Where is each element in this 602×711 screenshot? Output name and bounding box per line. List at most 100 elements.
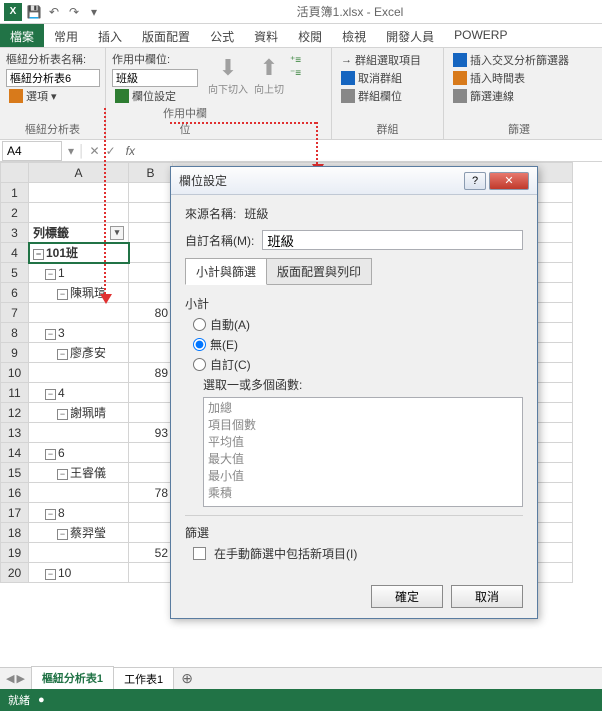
function-option[interactable]: 乘積 xyxy=(208,485,518,502)
cell[interactable] xyxy=(29,303,129,323)
cell[interactable]: −陳珮瑄 xyxy=(29,283,129,303)
field-settings-button[interactable]: 欄位設定 xyxy=(112,87,208,105)
cell[interactable]: −101班 xyxy=(29,243,129,263)
expand-toggle[interactable]: − xyxy=(45,389,56,400)
ungroup-button[interactable]: 取消群組 xyxy=(338,69,437,87)
tab-view[interactable]: 檢視 xyxy=(332,24,376,47)
cell[interactable]: −廖彥安 xyxy=(29,343,129,363)
cell[interactable] xyxy=(129,403,173,423)
cell[interactable]: −蔡羿瑩 xyxy=(29,523,129,543)
pivot-options-button[interactable]: 選項 ▾ xyxy=(6,87,99,105)
drill-up-button[interactable]: ⬆向上切 xyxy=(254,55,284,96)
group-selection-button[interactable]: →群組選取項目 xyxy=(338,51,437,69)
tab-insert[interactable]: 插入 xyxy=(88,24,132,47)
tab-file[interactable]: 檔案 xyxy=(0,24,44,47)
tab-dev[interactable]: 開發人員 xyxy=(376,24,444,47)
expand-icon[interactable]: ⁺≡ xyxy=(290,55,301,66)
expand-toggle[interactable]: − xyxy=(57,469,68,480)
tab-review[interactable]: 校閱 xyxy=(288,24,332,47)
radio-none[interactable] xyxy=(193,338,206,351)
cell[interactable]: −8 xyxy=(29,503,129,523)
cell[interactable] xyxy=(129,503,173,523)
tab-power[interactable]: POWERP xyxy=(444,24,517,47)
save-icon[interactable]: 💾 xyxy=(26,4,42,20)
tab-home[interactable]: 常用 xyxy=(44,24,88,47)
cancel-formula-icon[interactable]: ✕ xyxy=(90,144,100,158)
cell[interactable] xyxy=(129,323,173,343)
cell[interactable] xyxy=(29,363,129,383)
expand-toggle[interactable]: − xyxy=(57,409,68,420)
pivot-name-input[interactable] xyxy=(6,69,100,87)
insert-slicer-button[interactable]: 插入交叉分析篩選器 xyxy=(450,51,588,69)
cell[interactable] xyxy=(129,223,173,243)
cell[interactable] xyxy=(129,183,173,203)
dialog-help-button[interactable]: ? xyxy=(464,172,486,190)
group-field-button[interactable]: 群組欄位 xyxy=(338,87,437,105)
cell[interactable] xyxy=(129,463,173,483)
cell[interactable] xyxy=(129,343,173,363)
active-field-input[interactable] xyxy=(112,69,198,87)
enter-formula-icon[interactable]: ✓ xyxy=(106,144,116,158)
radio-custom[interactable] xyxy=(193,358,206,371)
cell[interactable]: −王睿儀 xyxy=(29,463,129,483)
include-new-checkbox[interactable] xyxy=(193,547,206,560)
cell[interactable] xyxy=(129,563,173,583)
custom-name-input[interactable] xyxy=(262,230,523,250)
ok-button[interactable]: 確定 xyxy=(371,585,443,608)
cell[interactable]: −3 xyxy=(29,323,129,343)
drill-down-button[interactable]: ⬇向下切入 xyxy=(208,55,248,96)
function-option[interactable]: 平均值 xyxy=(208,434,518,451)
dialog-titlebar[interactable]: 欄位設定 ? ✕ xyxy=(171,167,537,195)
cell[interactable] xyxy=(129,443,173,463)
collapse-icon[interactable]: ⁻≡ xyxy=(290,68,301,79)
filter-dropdown[interactable]: ▾ xyxy=(110,226,124,240)
dialog-close-button[interactable]: ✕ xyxy=(489,172,529,190)
cell[interactable]: 52 xyxy=(129,543,173,563)
expand-toggle[interactable]: − xyxy=(45,449,56,460)
cell[interactable]: −4 xyxy=(29,383,129,403)
sheet-tab-pivot[interactable]: 樞紐分析表1 xyxy=(31,666,114,691)
tab-formula[interactable]: 公式 xyxy=(200,24,244,47)
cell[interactable] xyxy=(29,483,129,503)
tab-layout-print[interactable]: 版面配置與列印 xyxy=(266,258,372,285)
add-sheet-button[interactable]: ⊕ xyxy=(173,670,201,687)
expand-toggle[interactable]: − xyxy=(33,249,44,260)
tab-data[interactable]: 資料 xyxy=(244,24,288,47)
cell[interactable]: −1 xyxy=(29,263,129,283)
expand-toggle[interactable]: − xyxy=(57,529,68,540)
redo-icon[interactable]: ↷ xyxy=(66,4,82,20)
cell[interactable] xyxy=(29,203,129,223)
sheet-nav-next-icon[interactable]: ▶ xyxy=(16,672,24,685)
cell[interactable] xyxy=(29,543,129,563)
filter-connections-button[interactable]: 篩選連線 xyxy=(450,87,588,105)
cell[interactable]: 93 xyxy=(129,423,173,443)
expand-toggle[interactable]: − xyxy=(57,349,68,360)
cell[interactable]: 列標籤▾ xyxy=(29,223,129,243)
cell[interactable]: −謝珮晴 xyxy=(29,403,129,423)
tab-layout[interactable]: 版面配置 xyxy=(132,24,200,47)
cancel-button[interactable]: 取消 xyxy=(451,585,523,608)
function-option[interactable]: 最小值 xyxy=(208,468,518,485)
cell[interactable] xyxy=(129,243,173,263)
function-option[interactable]: 最大值 xyxy=(208,451,518,468)
cell[interactable] xyxy=(129,523,173,543)
sheet-tab-sheet1[interactable]: 工作表1 xyxy=(113,667,174,691)
cell[interactable] xyxy=(129,383,173,403)
sheet-nav-prev-icon[interactable]: ◀ xyxy=(6,672,14,685)
cell[interactable] xyxy=(129,283,173,303)
expand-toggle[interactable]: − xyxy=(45,569,56,580)
cell[interactable]: 80 xyxy=(129,303,173,323)
expand-toggle[interactable]: − xyxy=(45,329,56,340)
status-record-icon[interactable]: ● xyxy=(38,694,45,706)
cell[interactable]: −6 xyxy=(29,443,129,463)
functions-listbox[interactable]: 加總項目個數平均值最大值最小值乘積 xyxy=(203,397,523,507)
cell[interactable] xyxy=(29,183,129,203)
insert-timeline-button[interactable]: 插入時間表 xyxy=(450,69,588,87)
tab-subtotal-filter[interactable]: 小計與篩選 xyxy=(185,258,267,285)
expand-toggle[interactable]: − xyxy=(57,289,68,300)
function-option[interactable]: 項目個數 xyxy=(208,417,518,434)
expand-toggle[interactable]: − xyxy=(45,509,56,520)
cell[interactable]: −10 xyxy=(29,563,129,583)
fx-icon[interactable]: fx xyxy=(120,144,141,158)
cell[interactable] xyxy=(129,203,173,223)
